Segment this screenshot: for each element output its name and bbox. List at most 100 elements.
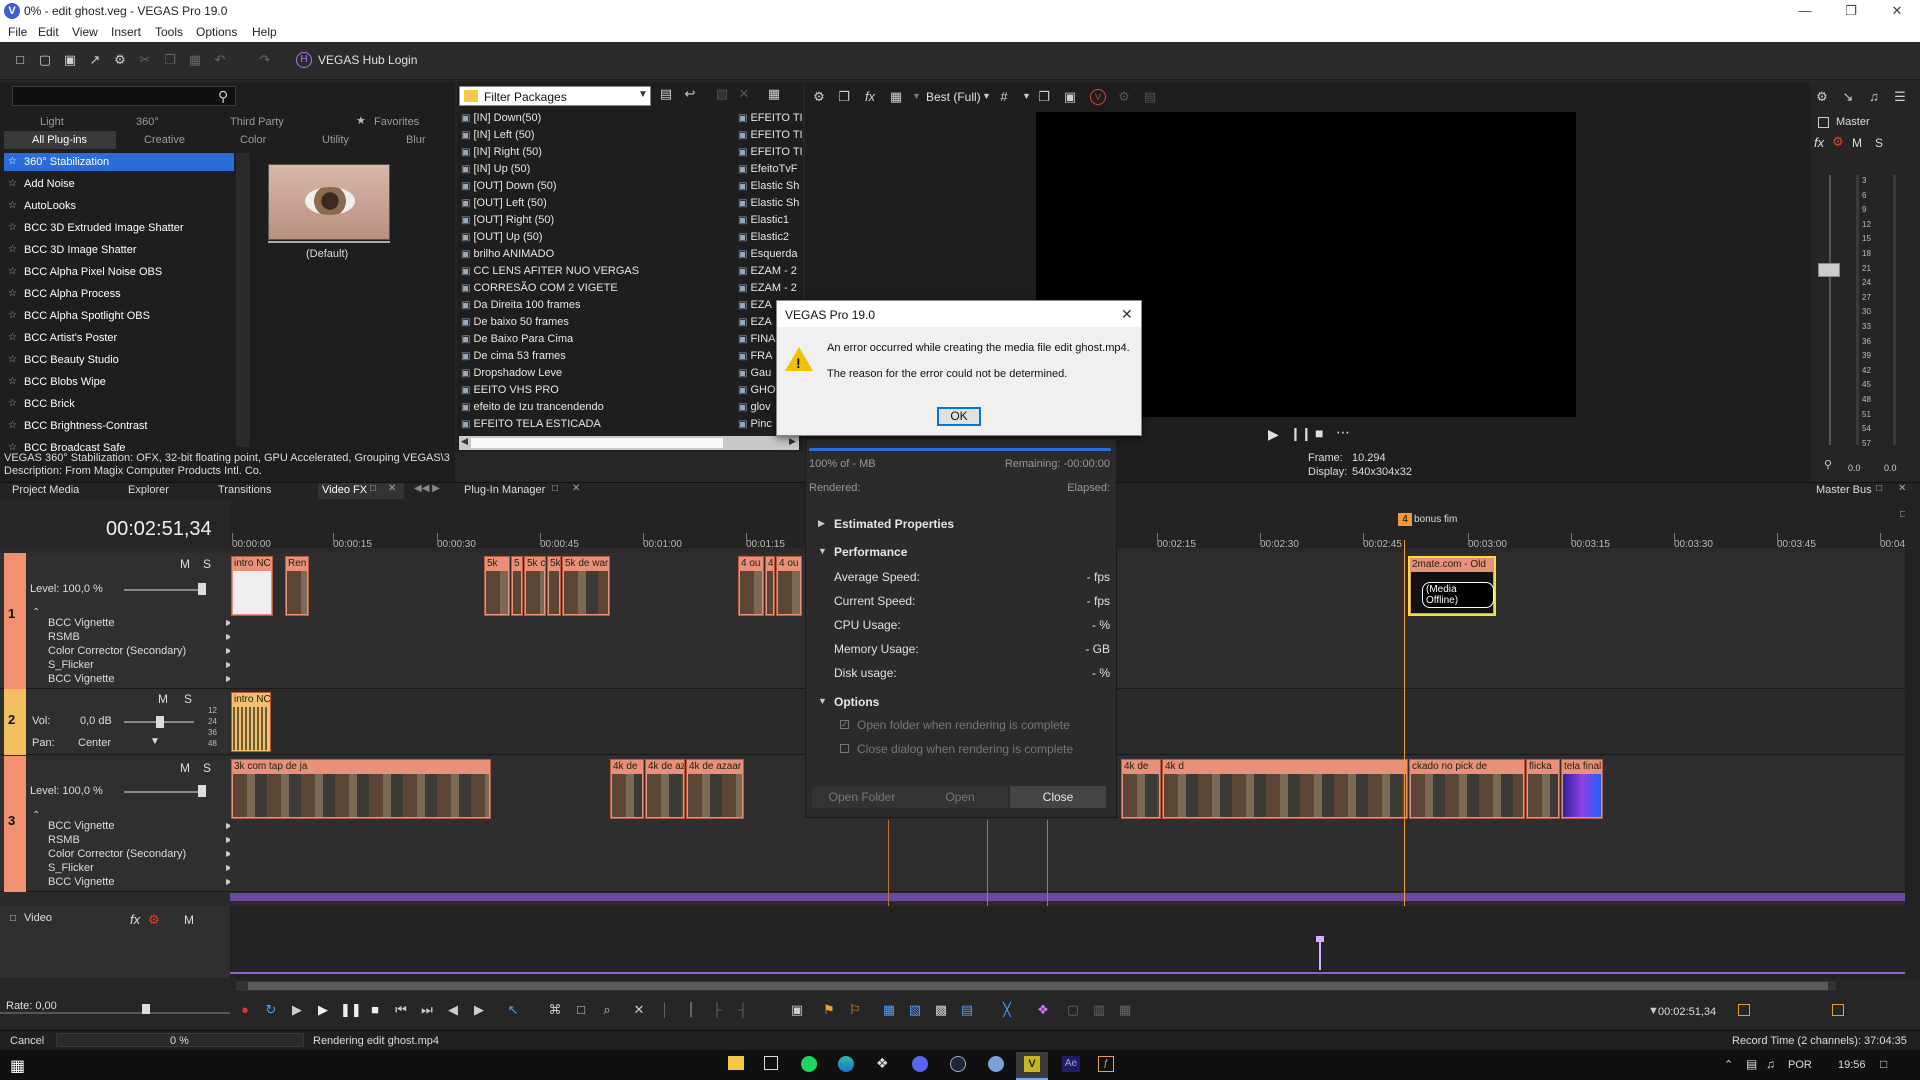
clip-intro-nc[interactable]: intro NC: [231, 556, 273, 616]
collapse-arrow-icon[interactable]: ▼: [818, 546, 827, 556]
file-explorer-icon[interactable]: [728, 1056, 744, 1070]
preview-quality[interactable]: Best (Full): [926, 90, 981, 104]
package-item[interactable]: EZAM - 2: [738, 265, 802, 277]
play-icon[interactable]: ▶: [1268, 426, 1279, 443]
after-effects-icon[interactable]: Ae: [1062, 1056, 1080, 1072]
delete-icon[interactable]: ✕: [630, 1002, 648, 1020]
star-icon[interactable]: ☆: [8, 266, 17, 277]
master-checkbox[interactable]: [1818, 117, 1829, 128]
package-item[interactable]: EZAM - 2: [738, 282, 802, 294]
stop-icon[interactable]: ■: [1315, 425, 1323, 441]
track-1-solo[interactable]: S: [203, 557, 211, 571]
preset-thumbnail[interactable]: [268, 164, 390, 240]
track-3-level-handle[interactable]: [198, 785, 206, 797]
tab-explorer[interactable]: Explorer: [128, 484, 169, 496]
track-3-level-slider[interactable]: [124, 791, 204, 793]
package-item[interactable]: EFEITO TELA ESTICADA: [461, 418, 600, 430]
track-fx-item[interactable]: BCC Vignette: [48, 673, 114, 685]
vegas-taskbar-icon[interactable]: V: [1024, 1056, 1040, 1072]
prev-frame-icon[interactable]: ◀: [444, 1002, 462, 1020]
grid-icon[interactable]: #: [996, 89, 1012, 105]
package-item[interactable]: [IN] Right (50): [461, 146, 541, 158]
export-icon[interactable]: ↗: [87, 52, 103, 68]
open-folder-button[interactable]: Open Folder: [812, 786, 912, 808]
tab-blur[interactable]: Blur: [406, 134, 426, 146]
plugin-item[interactable]: BCC Artist's Poster: [24, 332, 117, 344]
plugin-list-scrollbar[interactable]: [236, 153, 250, 447]
package-item[interactable]: [IN] Down(50): [461, 112, 541, 124]
master-fader-handle[interactable]: [1818, 263, 1840, 277]
delete-icon[interactable]: ✕: [736, 86, 752, 102]
star-icon[interactable]: ☆: [8, 200, 17, 211]
plugin-item[interactable]: BCC Blobs Wipe: [24, 376, 106, 388]
tab-third-party[interactable]: Third Party: [230, 116, 284, 128]
bus-mute[interactable]: M: [184, 913, 194, 927]
track-2-mute[interactable]: M: [158, 692, 168, 706]
edge-icon[interactable]: [838, 1056, 854, 1072]
spotify-icon[interactable]: [801, 1056, 817, 1072]
pause-icon[interactable]: ❚❚: [340, 1002, 362, 1020]
hub-icon[interactable]: H: [296, 52, 312, 68]
pause-icon[interactable]: ❙❙: [1290, 426, 1312, 442]
scroll-right-icon[interactable]: ▶: [789, 436, 796, 447]
track-fx-item[interactable]: Color Corrector (Secondary): [48, 645, 186, 657]
clip-4k-d-group[interactable]: 4k d: [1162, 759, 1408, 819]
filter-packages-dropdown[interactable]: Filter Packages ▼: [459, 86, 651, 106]
clip-4k-de-azaar[interactable]: 4k de azaar: [686, 759, 744, 819]
split-screen-icon[interactable]: ❐: [836, 89, 852, 105]
downmix-icon[interactable]: ↘: [1840, 89, 1856, 105]
steam-icon[interactable]: [950, 1056, 966, 1072]
package-item[interactable]: De baixo 50 frames: [461, 316, 568, 328]
plugin-search-input[interactable]: [12, 86, 236, 106]
master-fx-icon[interactable]: fx: [1814, 135, 1824, 150]
search-icon[interactable]: ⚲: [218, 88, 228, 105]
track-3-solo[interactable]: S: [203, 761, 211, 775]
bus-collapse-icon[interactable]: □: [10, 913, 16, 924]
settings-icon[interactable]: ⚙: [112, 52, 128, 68]
new-folder-icon[interactable]: ▧: [714, 86, 730, 102]
package-item[interactable]: [OUT] Down (50): [461, 180, 556, 192]
epic-icon[interactable]: ❖: [876, 1055, 889, 1072]
copy-tool-icon[interactable]: ▦: [1116, 1002, 1134, 1020]
package-item[interactable]: Elastic Sh: [738, 197, 802, 209]
auto-ripple-icon[interactable]: ▧: [906, 1002, 924, 1020]
tab-plugin-manager[interactable]: Plug-In Manager: [464, 484, 545, 496]
close-icon[interactable]: ✕: [572, 483, 580, 494]
notification-icon[interactable]: □: [1880, 1057, 1887, 1071]
auto-crossfade-icon[interactable]: ╳: [998, 1002, 1016, 1020]
cut-tool-icon[interactable]: ▥: [1090, 1002, 1108, 1020]
region-icon[interactable]: [1832, 1004, 1844, 1016]
tab-creative[interactable]: Creative: [144, 134, 185, 146]
tab-project-media[interactable]: Project Media: [12, 484, 79, 496]
tab-transitions[interactable]: Transitions: [218, 484, 271, 496]
menu-file[interactable]: File: [8, 25, 27, 39]
clip-ckado-pick[interactable]: ckado no pick de: [1409, 759, 1525, 819]
network-icon[interactable]: ▤: [1746, 1057, 1757, 1071]
dock-tab-icon[interactable]: □: [1876, 483, 1882, 494]
clip-4k-de-b[interactable]: 4k de: [1121, 759, 1161, 819]
package-item[interactable]: efeito de Izu trancendendo: [461, 401, 603, 413]
package-item[interactable]: De cima 53 frames: [461, 350, 565, 362]
preview-settings-icon[interactable]: ⚙: [811, 89, 827, 105]
track-3-header[interactable]: [0, 756, 230, 892]
star-icon[interactable]: ☆: [8, 398, 17, 409]
star-icon[interactable]: ☆: [8, 222, 17, 233]
close-icon[interactable]: ✕: [1898, 483, 1906, 494]
package-item[interactable]: [IN] Left (50): [461, 129, 534, 141]
bus-gear-icon[interactable]: ⚙: [148, 912, 160, 928]
package-hscrollbar[interactable]: ◀ ▶: [459, 436, 799, 450]
cancel-render-button[interactable]: Cancel: [10, 1035, 44, 1047]
clip-5k-b[interactable]: 5k: [547, 556, 561, 616]
scroll-left-icon[interactable]: ◀: [461, 436, 468, 447]
mixer-icon[interactable]: ☰: [1892, 89, 1908, 105]
ignore-event-icon[interactable]: ▢: [1064, 1002, 1082, 1020]
package-hscroll-thumb[interactable]: [471, 438, 723, 448]
track-fx-item[interactable]: RSMB: [48, 834, 80, 846]
view-toggle-icon[interactable]: ▦: [766, 86, 782, 102]
tab-light[interactable]: Light: [40, 116, 64, 128]
master-gear-icon[interactable]: ⚙: [1832, 134, 1844, 150]
clip-2mate-old[interactable]: 2mate.com - Old (Media Offline): [1408, 556, 1496, 616]
track-fx-item[interactable]: RSMB: [48, 631, 80, 643]
clip-4k-de[interactable]: 4k de: [610, 759, 644, 819]
trim-end-icon[interactable]: ┤: [734, 1002, 752, 1020]
